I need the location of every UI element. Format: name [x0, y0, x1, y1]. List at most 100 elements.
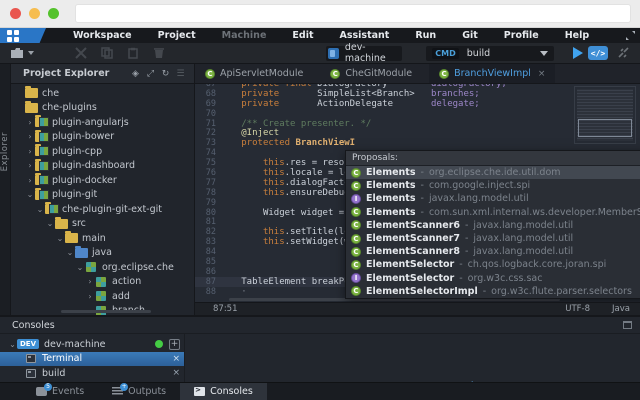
tree-expand-arrow[interactable]: ›: [25, 161, 35, 170]
explorer-toolbar-icon[interactable]: ↻: [158, 69, 173, 79]
bottom-tab-icon: +: [112, 387, 123, 396]
tree-item[interactable]: che-plugins: [11, 101, 194, 116]
proposal-item[interactable]: C ElementScanner7 - javax.lang.model.uti…: [346, 232, 640, 245]
minimize-window-icon[interactable]: [29, 8, 40, 19]
bottom-tab[interactable]: 5 Events: [22, 383, 98, 400]
machine-selector[interactable]: dev-machine: [326, 46, 402, 61]
command-selector[interactable]: CMD build: [426, 46, 553, 61]
delete-button[interactable]: [150, 46, 168, 61]
explorer-toolbar-icon[interactable]: ◈: [128, 69, 143, 79]
close-process-icon[interactable]: ×: [172, 368, 180, 378]
tree-expand-arrow[interactable]: ⌄: [8, 340, 17, 349]
proposal-item[interactable]: I ElementSelector - org.w3c.css.sac: [346, 272, 640, 285]
encoding-label[interactable]: UTF-8: [565, 304, 590, 314]
tree-expand-arrow[interactable]: ›: [25, 176, 35, 185]
tree-expand-arrow[interactable]: ⌄: [25, 190, 35, 199]
tree-expand-arrow[interactable]: ⌄: [45, 219, 55, 228]
machine-node[interactable]: ⌄ DEV dev-machine +: [0, 337, 184, 352]
line-number: 73: [195, 138, 225, 148]
tree-item[interactable]: › plugin-cpp: [11, 144, 194, 159]
preview-code-button[interactable]: </>: [588, 46, 608, 60]
close-process-icon[interactable]: ×: [172, 354, 180, 364]
tree-expand-arrow[interactable]: ⌄: [55, 234, 65, 243]
menu-item[interactable]: Assistant: [327, 30, 403, 41]
bottom-tab[interactable]: + Outputs: [98, 383, 180, 400]
tree-item[interactable]: ⌄ org.eclipse.che: [11, 260, 194, 275]
menu-item[interactable]: Project: [145, 30, 209, 41]
tree-item[interactable]: › plugin-bower: [11, 130, 194, 145]
tree-item[interactable]: › plugin-angularjs: [11, 115, 194, 130]
tree-expand-arrow[interactable]: ›: [25, 132, 35, 141]
minimap-viewport[interactable]: [578, 119, 632, 137]
menu-item[interactable]: Run: [402, 30, 449, 41]
tree-item[interactable]: › plugin-dashboard: [11, 159, 194, 174]
tree-expand-arrow[interactable]: ⌄: [35, 205, 45, 214]
process-node[interactable]: build ×: [0, 366, 184, 381]
tree-expand-arrow[interactable]: ›: [85, 277, 95, 286]
proposal-item[interactable]: C Elements - com.sun.xml.internal.ws.dev…: [346, 206, 640, 219]
tree-item[interactable]: ⌄ src: [11, 217, 194, 232]
paste-button[interactable]: [124, 46, 142, 61]
tree-expand-arrow[interactable]: ›: [25, 118, 35, 127]
copy-button[interactable]: [98, 46, 116, 61]
explorer-hscrollbar[interactable]: [61, 310, 151, 313]
tree-expand-arrow[interactable]: ›: [85, 292, 95, 301]
run-command-button[interactable]: [568, 45, 588, 61]
close-window-icon[interactable]: [10, 8, 21, 19]
menu-item[interactable]: Git: [449, 30, 491, 41]
proposal-name: ElementScanner6: [366, 220, 460, 231]
bottom-tab[interactable]: Consoles: [180, 383, 267, 400]
panel-minimize-icon[interactable]: [623, 321, 632, 329]
tree-expand-arrow[interactable]: ⌄: [65, 248, 75, 257]
proposal-package: org.w3c.css.sac: [468, 273, 543, 284]
tree-expand-arrow[interactable]: ›: [25, 147, 35, 156]
fullscreen-icon[interactable]: [625, 30, 636, 41]
tree-item[interactable]: ⌄ che-plugin-git-ext-git: [11, 202, 194, 217]
zoom-window-icon[interactable]: [48, 8, 59, 19]
tree-item-icon: [35, 190, 48, 200]
menu-item[interactable]: Machine: [209, 30, 280, 41]
add-terminal-button[interactable]: +: [169, 339, 180, 350]
language-label[interactable]: Java: [612, 304, 630, 314]
new-project-button[interactable]: [8, 46, 34, 61]
bottom-tab-label: Events: [52, 386, 84, 397]
menu-item[interactable]: Profile: [491, 30, 552, 41]
line-number: 75: [195, 158, 225, 168]
tree-item[interactable]: ⌄ plugin-git: [11, 188, 194, 203]
tree-item[interactable]: ⌄ main: [11, 231, 194, 246]
project-explorer-header: Project Explorer ◈⤢↻☰: [11, 64, 194, 84]
proposal-item[interactable]: C ElementSelectorImpl - org.w3c.flute.pa…: [346, 285, 640, 298]
terminal-output[interactable]: drwxr-xr-x 3 user user 4096 Jan 14 16:58…: [185, 334, 640, 382]
editor-tab[interactable]: C ApiServletModule: [195, 64, 320, 83]
minimap[interactable]: [574, 86, 636, 144]
editor-tab[interactable]: C BranchViewImpl ×: [429, 64, 555, 83]
tree-item[interactable]: › plugin-docker: [11, 173, 194, 188]
tree-item[interactable]: che: [11, 86, 194, 101]
code-editor[interactable]: 67 private final DialogFactory dialogFac…: [195, 84, 640, 302]
tree-item[interactable]: › add: [11, 289, 194, 304]
tree-expand-arrow[interactable]: ⌄: [75, 263, 85, 272]
proposal-item[interactable]: C Elements - com.google.inject.spi: [346, 179, 640, 192]
proposal-item[interactable]: I Elements - javax.lang.model.util: [346, 192, 640, 205]
unlink-icon[interactable]: [614, 46, 632, 61]
menu-item[interactable]: Edit: [279, 30, 326, 41]
tree-item[interactable]: ⌄ java: [11, 246, 194, 261]
explorer-toolbar-icon[interactable]: ⤢: [143, 69, 158, 79]
editor-tab-label: BranchViewImpl: [454, 68, 531, 79]
explorer-strip-tab[interactable]: Explorer: [0, 132, 10, 171]
menu-item[interactable]: Help: [552, 30, 602, 41]
address-bar[interactable]: [75, 4, 631, 23]
proposal-item[interactable]: C ElementScanner8 - javax.lang.model.uti…: [346, 245, 640, 258]
proposal-item[interactable]: C ElementScanner6 - javax.lang.model.uti…: [346, 219, 640, 232]
editor-tab[interactable]: C CheGitModule: [320, 64, 429, 83]
explorer-toolbar-icon[interactable]: ☰: [173, 69, 188, 79]
proposal-item[interactable]: C Elements - org.eclipse.che.ide.util.do…: [346, 166, 640, 179]
proposal-item[interactable]: C ElementSelector - ch.qos.logback.core.…: [346, 258, 640, 271]
close-tab-icon[interactable]: ×: [538, 69, 546, 79]
menu-item[interactable]: Workspace: [60, 30, 145, 41]
tree-item[interactable]: › action: [11, 275, 194, 290]
line-content: this.res = resourc: [225, 158, 360, 168]
cut-button[interactable]: [72, 46, 90, 61]
process-node[interactable]: Terminal ×: [0, 352, 184, 367]
proposal-package: com.sun.xml.internal.ws.developer.Member…: [429, 207, 640, 218]
